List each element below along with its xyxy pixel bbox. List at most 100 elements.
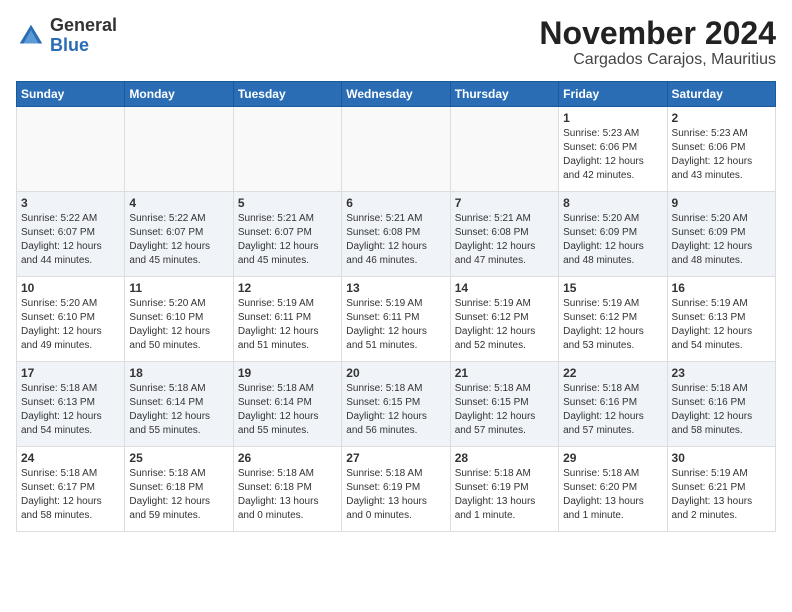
day-info: Sunrise: 5:18 AM Sunset: 6:20 PM Dayligh… <box>563 467 662 523</box>
calendar-cell: 11 Sunrise: 5:20 AM Sunset: 6:10 PM Dayli… <box>125 277 233 362</box>
day-number: 7 <box>455 196 554 210</box>
calendar-cell: 23Sunrise: 5:18 AM Sunset: 6:16 PM Dayli… <box>667 362 775 447</box>
calendar-cell: 29 Sunrise: 5:18 AM Sunset: 6:20 PM Dayli… <box>559 447 667 532</box>
day-info: Sunrise: 5:19 AM Sunset: 6:11 PM Dayligh… <box>238 297 337 353</box>
calendar-cell <box>233 107 341 192</box>
calendar-week-5: 24Sunrise: 5:18 AM Sunset: 6:17 PM Dayli… <box>17 447 776 532</box>
calendar-cell: 9 Sunrise: 5:20 AM Sunset: 6:09 PM Daylig… <box>667 192 775 277</box>
day-number: 18 <box>129 366 228 380</box>
day-number: 22 <box>563 366 662 380</box>
day-info: Sunrise: 5:19 AM Sunset: 6:11 PM Dayligh… <box>346 297 445 353</box>
day-number: 11 <box>129 281 228 295</box>
logo-general: General <box>50 15 117 35</box>
day-info: Sunrise: 5:18 AM Sunset: 6:18 PM Dayligh… <box>129 467 228 523</box>
calendar-cell: 19 Sunrise: 5:18 AM Sunset: 6:14 PM Dayli… <box>233 362 341 447</box>
logo: General Blue <box>16 16 117 56</box>
day-number: 25 <box>129 451 228 465</box>
calendar-cell: 21 Sunrise: 5:18 AM Sunset: 6:15 PM Dayli… <box>450 362 558 447</box>
calendar-subtitle: Cargados Carajos, Mauritius <box>539 51 776 69</box>
logo-icon <box>16 21 46 51</box>
col-saturday: Saturday <box>667 82 775 107</box>
col-sunday: Sunday <box>17 82 125 107</box>
day-info: Sunrise: 5:19 AM Sunset: 6:21 PM Dayligh… <box>672 467 771 523</box>
day-number: 26 <box>238 451 337 465</box>
calendar-cell: 17 Sunrise: 5:18 AM Sunset: 6:13 PM Dayli… <box>17 362 125 447</box>
day-number: 12 <box>238 281 337 295</box>
calendar-cell: 2Sunrise: 5:23 AM Sunset: 6:06 PM Daylig… <box>667 107 775 192</box>
logo-text: General Blue <box>50 16 117 56</box>
calendar-cell: 15 Sunrise: 5:19 AM Sunset: 6:12 PM Dayli… <box>559 277 667 362</box>
day-info: Sunrise: 5:18 AM Sunset: 6:18 PM Dayligh… <box>238 467 337 523</box>
day-number: 19 <box>238 366 337 380</box>
day-info: Sunrise: 5:18 AM Sunset: 6:15 PM Dayligh… <box>346 382 445 438</box>
header-row: Sunday Monday Tuesday Wednesday Thursday… <box>17 82 776 107</box>
day-info: Sunrise: 5:20 AM Sunset: 6:09 PM Dayligh… <box>672 212 771 268</box>
calendar-cell: 10Sunrise: 5:20 AM Sunset: 6:10 PM Dayli… <box>17 277 125 362</box>
col-thursday: Thursday <box>450 82 558 107</box>
calendar-cell: 30 Sunrise: 5:19 AM Sunset: 6:21 PM Dayli… <box>667 447 775 532</box>
day-number: 9 <box>672 196 771 210</box>
day-number: 21 <box>455 366 554 380</box>
logo-blue: Blue <box>50 35 89 55</box>
day-number: 4 <box>129 196 228 210</box>
day-number: 30 <box>672 451 771 465</box>
day-number: 14 <box>455 281 554 295</box>
calendar-week-1: 1Sunrise: 5:23 AM Sunset: 6:06 PM Daylig… <box>17 107 776 192</box>
calendar-week-4: 17 Sunrise: 5:18 AM Sunset: 6:13 PM Dayli… <box>17 362 776 447</box>
col-monday: Monday <box>125 82 233 107</box>
calendar-cell <box>17 107 125 192</box>
calendar-cell <box>125 107 233 192</box>
day-number: 15 <box>563 281 662 295</box>
calendar-week-2: 3 Sunrise: 5:22 AM Sunset: 6:07 PM Daylig… <box>17 192 776 277</box>
day-info: Sunrise: 5:18 AM Sunset: 6:16 PM Dayligh… <box>563 382 662 438</box>
calendar-cell: 3 Sunrise: 5:22 AM Sunset: 6:07 PM Daylig… <box>17 192 125 277</box>
calendar-cell: 25 Sunrise: 5:18 AM Sunset: 6:18 PM Dayli… <box>125 447 233 532</box>
calendar-cell: 28 Sunrise: 5:18 AM Sunset: 6:19 PM Dayli… <box>450 447 558 532</box>
day-number: 23 <box>672 366 771 380</box>
calendar-cell: 7Sunrise: 5:21 AM Sunset: 6:08 PM Daylig… <box>450 192 558 277</box>
day-number: 10 <box>21 281 120 295</box>
calendar-cell: 1Sunrise: 5:23 AM Sunset: 6:06 PM Daylig… <box>559 107 667 192</box>
day-info: Sunrise: 5:21 AM Sunset: 6:08 PM Dayligh… <box>346 212 445 268</box>
calendar-cell: 4Sunrise: 5:22 AM Sunset: 6:07 PM Daylig… <box>125 192 233 277</box>
day-info: Sunrise: 5:23 AM Sunset: 6:06 PM Dayligh… <box>672 127 771 183</box>
col-tuesday: Tuesday <box>233 82 341 107</box>
col-friday: Friday <box>559 82 667 107</box>
calendar-table: Sunday Monday Tuesday Wednesday Thursday… <box>16 81 776 532</box>
calendar-title: November 2024 <box>539 16 776 51</box>
day-info: Sunrise: 5:18 AM Sunset: 6:13 PM Dayligh… <box>21 382 120 438</box>
col-wednesday: Wednesday <box>342 82 450 107</box>
day-info: Sunrise: 5:20 AM Sunset: 6:10 PM Dayligh… <box>129 297 228 353</box>
calendar-cell <box>450 107 558 192</box>
day-number: 6 <box>346 196 445 210</box>
day-info: Sunrise: 5:19 AM Sunset: 6:12 PM Dayligh… <box>455 297 554 353</box>
calendar-cell: 22 Sunrise: 5:18 AM Sunset: 6:16 PM Dayli… <box>559 362 667 447</box>
day-number: 24 <box>21 451 120 465</box>
day-info: Sunrise: 5:19 AM Sunset: 6:12 PM Dayligh… <box>563 297 662 353</box>
day-info: Sunrise: 5:22 AM Sunset: 6:07 PM Dayligh… <box>21 212 120 268</box>
calendar-cell: 16 Sunrise: 5:19 AM Sunset: 6:13 PM Dayli… <box>667 277 775 362</box>
day-number: 20 <box>346 366 445 380</box>
day-number: 29 <box>563 451 662 465</box>
calendar-cell: 14 Sunrise: 5:19 AM Sunset: 6:12 PM Dayli… <box>450 277 558 362</box>
calendar-cell: 20 Sunrise: 5:18 AM Sunset: 6:15 PM Dayli… <box>342 362 450 447</box>
calendar-cell: 24Sunrise: 5:18 AM Sunset: 6:17 PM Dayli… <box>17 447 125 532</box>
day-number: 27 <box>346 451 445 465</box>
day-info: Sunrise: 5:18 AM Sunset: 6:14 PM Dayligh… <box>238 382 337 438</box>
calendar-cell: 5 Sunrise: 5:21 AM Sunset: 6:07 PM Daylig… <box>233 192 341 277</box>
title-block: November 2024 Cargados Carajos, Mauritiu… <box>539 16 776 69</box>
day-info: Sunrise: 5:18 AM Sunset: 6:19 PM Dayligh… <box>346 467 445 523</box>
calendar-cell: 8Sunrise: 5:20 AM Sunset: 6:09 PM Daylig… <box>559 192 667 277</box>
day-number: 16 <box>672 281 771 295</box>
page-header: General Blue November 2024 Cargados Cara… <box>16 16 776 69</box>
day-number: 5 <box>238 196 337 210</box>
day-info: Sunrise: 5:19 AM Sunset: 6:13 PM Dayligh… <box>672 297 771 353</box>
day-number: 17 <box>21 366 120 380</box>
calendar-cell: 27 Sunrise: 5:18 AM Sunset: 6:19 PM Dayli… <box>342 447 450 532</box>
day-info: Sunrise: 5:21 AM Sunset: 6:07 PM Dayligh… <box>238 212 337 268</box>
calendar-cell: 26 Sunrise: 5:18 AM Sunset: 6:18 PM Dayli… <box>233 447 341 532</box>
day-number: 3 <box>21 196 120 210</box>
day-info: Sunrise: 5:18 AM Sunset: 6:19 PM Dayligh… <box>455 467 554 523</box>
day-number: 28 <box>455 451 554 465</box>
day-info: Sunrise: 5:18 AM Sunset: 6:15 PM Dayligh… <box>455 382 554 438</box>
